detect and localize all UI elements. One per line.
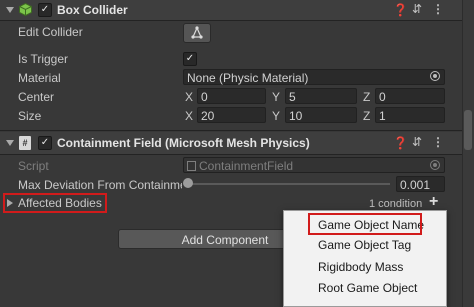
box-collider-icon bbox=[19, 2, 32, 17]
game-object-name-highlight bbox=[308, 213, 422, 235]
size-z-value: 1 bbox=[379, 109, 386, 123]
edit-collider-button[interactable] bbox=[183, 23, 211, 43]
checkmark-icon: ✓ bbox=[185, 53, 195, 64]
center-x-value: 0 bbox=[201, 90, 208, 104]
material-value: None (Physic Material) bbox=[187, 71, 309, 85]
edit-bounds-icon bbox=[191, 26, 203, 39]
script-field: ContainmentField bbox=[183, 157, 445, 173]
max-deviation-value: 0.001 bbox=[400, 178, 431, 192]
center-y-label: Y bbox=[272, 90, 281, 104]
script-file-icon bbox=[187, 161, 196, 171]
center-z-value: 0 bbox=[379, 90, 386, 104]
size-x-value: 20 bbox=[201, 109, 215, 123]
help-icon[interactable]: ❓ bbox=[393, 136, 408, 150]
size-y-label: Y bbox=[272, 109, 281, 123]
menu-item-root-game-object[interactable]: Root Game Object bbox=[318, 281, 417, 295]
size-y-value: 10 bbox=[289, 109, 303, 123]
inspector-scrollbar[interactable] bbox=[462, 0, 474, 307]
size-x-label: X bbox=[185, 109, 194, 123]
max-deviation-field[interactable]: 0.001 bbox=[396, 176, 445, 192]
checkmark-icon: ✓ bbox=[40, 137, 50, 148]
script-label: Script bbox=[18, 159, 49, 173]
max-deviation-slider-thumb[interactable] bbox=[183, 178, 193, 188]
presets-icon[interactable]: ⇵ bbox=[412, 135, 422, 149]
menu-item-game-object-tag[interactable]: Game Object Tag bbox=[318, 238, 411, 252]
center-z-label: Z bbox=[363, 90, 371, 104]
is-trigger-label: Is Trigger bbox=[18, 52, 69, 66]
containment-field-enabled-checkbox[interactable]: ✓ bbox=[38, 136, 52, 150]
more-icon[interactable]: ⋮ bbox=[432, 135, 444, 149]
center-label: Center bbox=[18, 90, 55, 104]
presets-icon[interactable]: ⇵ bbox=[412, 2, 422, 16]
containment-field-title: Containment Field (Microsoft Mesh Physic… bbox=[57, 136, 310, 150]
center-y-field[interactable]: 5 bbox=[285, 88, 357, 104]
object-picker-icon bbox=[430, 160, 440, 170]
script-value: ContainmentField bbox=[199, 159, 294, 173]
max-deviation-slider-track[interactable] bbox=[188, 183, 390, 185]
center-z-field[interactable]: 0 bbox=[375, 88, 445, 104]
foldout-arrow-icon[interactable] bbox=[6, 140, 14, 146]
center-x-label: X bbox=[185, 90, 194, 104]
containment-field-header[interactable]: # ✓ Containment Field (Microsoft Mesh Ph… bbox=[0, 132, 462, 155]
more-icon[interactable]: ⋮ bbox=[432, 2, 444, 16]
add-icon[interactable]: + bbox=[429, 193, 438, 211]
affected-bodies-highlight bbox=[3, 193, 107, 213]
help-icon[interactable]: ❓ bbox=[393, 3, 408, 17]
script-icon: # bbox=[19, 136, 31, 150]
scrollbar-thumb[interactable] bbox=[464, 110, 472, 150]
box-collider-header[interactable]: ✓ Box Collider ❓ ⇵ ⋮ bbox=[0, 0, 462, 21]
size-label: Size bbox=[18, 109, 42, 123]
material-label: Material bbox=[18, 71, 61, 85]
checkmark-icon: ✓ bbox=[40, 4, 50, 15]
center-x-field[interactable]: 0 bbox=[197, 88, 266, 104]
edit-collider-label: Edit Collider bbox=[18, 25, 83, 39]
size-z-label: Z bbox=[363, 109, 371, 123]
center-y-value: 5 bbox=[289, 90, 296, 104]
max-deviation-label: Max Deviation From Containme bbox=[18, 178, 182, 192]
object-picker-icon[interactable] bbox=[430, 71, 440, 81]
box-collider-title: Box Collider bbox=[57, 3, 128, 17]
size-x-field[interactable]: 20 bbox=[197, 107, 266, 123]
box-collider-enabled-checkbox[interactable]: ✓ bbox=[38, 3, 52, 17]
menu-item-rigidbody-mass[interactable]: Rigidbody Mass bbox=[318, 260, 403, 274]
is-trigger-checkbox[interactable]: ✓ bbox=[183, 52, 197, 66]
condition-count: 1 condition bbox=[369, 198, 423, 210]
size-y-field[interactable]: 10 bbox=[285, 107, 357, 123]
foldout-arrow-icon[interactable] bbox=[6, 7, 14, 13]
material-field[interactable]: None (Physic Material) bbox=[183, 69, 445, 85]
condition-type-menu: Game Object Name Game Object Tag Rigidbo… bbox=[283, 210, 447, 307]
component-divider bbox=[0, 130, 462, 131]
size-z-field[interactable]: 1 bbox=[375, 107, 445, 123]
